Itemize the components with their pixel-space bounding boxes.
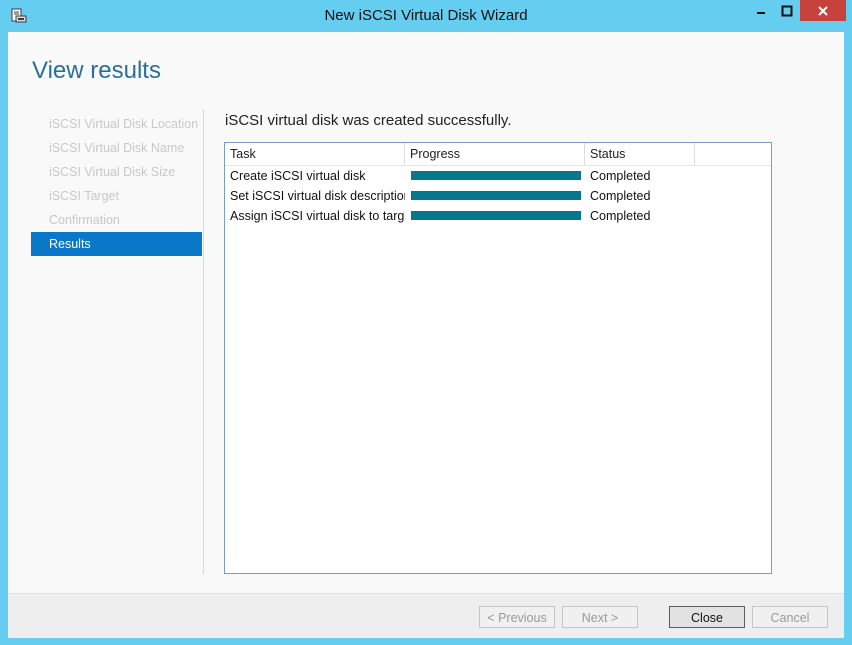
column-header-filler xyxy=(695,143,771,165)
table-row[interactable]: Create iSCSI virtual disk Completed xyxy=(225,166,771,186)
next-button[interactable]: Next > xyxy=(562,606,638,628)
column-header-status[interactable]: Status xyxy=(585,143,695,165)
previous-button[interactable]: < Previous xyxy=(479,606,555,628)
progress-bar xyxy=(411,171,581,180)
progress-fill xyxy=(411,211,581,220)
results-list[interactable]: Task Progress Status Create iSCSI virtua… xyxy=(224,142,772,574)
nav-step-results[interactable]: Results xyxy=(31,232,202,256)
progress-bar xyxy=(411,191,581,200)
results-header: Task Progress Status xyxy=(225,143,771,166)
cancel-button[interactable]: Cancel xyxy=(752,606,828,628)
table-row[interactable]: Assign iSCSI virtual disk to target Comp… xyxy=(225,206,771,226)
nav-step-target[interactable]: iSCSI Target xyxy=(31,184,202,208)
task-cell: Set iSCSI virtual disk description xyxy=(230,189,405,203)
progress-cell xyxy=(405,206,585,226)
maximize-icon xyxy=(781,5,793,16)
task-cell: Create iSCSI virtual disk xyxy=(230,169,366,183)
result-message: iSCSI virtual disk was created successfu… xyxy=(225,112,512,129)
progress-cell xyxy=(405,166,585,186)
close-button[interactable]: Close xyxy=(669,606,745,628)
table-row[interactable]: Set iSCSI virtual disk description Compl… xyxy=(225,186,771,206)
page-title: View results xyxy=(32,57,161,84)
nav-step-disk-name[interactable]: iSCSI Virtual Disk Name xyxy=(31,136,202,160)
progress-fill xyxy=(411,171,581,180)
column-header-progress[interactable]: Progress xyxy=(405,143,585,165)
wizard-steps-nav: iSCSI Virtual Disk Location iSCSI Virtua… xyxy=(31,112,202,256)
close-icon xyxy=(818,5,828,16)
column-header-task[interactable]: Task xyxy=(225,143,405,165)
task-cell: Assign iSCSI virtual disk to target xyxy=(230,209,405,223)
window-title: New iSCSI Virtual Disk Wizard xyxy=(324,7,528,24)
title-bar[interactable]: New iSCSI Virtual Disk Wizard xyxy=(0,0,852,32)
nav-step-disk-location[interactable]: iSCSI Virtual Disk Location xyxy=(31,112,202,136)
nav-step-disk-size[interactable]: iSCSI Virtual Disk Size xyxy=(31,160,202,184)
progress-fill xyxy=(411,191,581,200)
progress-cell xyxy=(405,186,585,206)
close-window-button[interactable] xyxy=(800,0,846,21)
button-bar: < Previous Next > Close Cancel xyxy=(8,593,844,638)
progress-bar xyxy=(411,211,581,220)
status-cell: Completed xyxy=(590,169,651,183)
minimize-button[interactable] xyxy=(748,0,774,21)
wizard-body: View results iSCSI Virtual Disk Location… xyxy=(8,32,844,638)
wizard-window: New iSCSI Virtual Disk Wizard View resul… xyxy=(0,0,852,645)
nav-step-confirmation[interactable]: Confirmation xyxy=(31,208,202,232)
nav-divider xyxy=(203,110,204,574)
minimize-icon xyxy=(757,11,765,14)
maximize-button[interactable] xyxy=(774,0,800,21)
status-cell: Completed xyxy=(590,189,651,203)
status-cell: Completed xyxy=(590,209,651,223)
